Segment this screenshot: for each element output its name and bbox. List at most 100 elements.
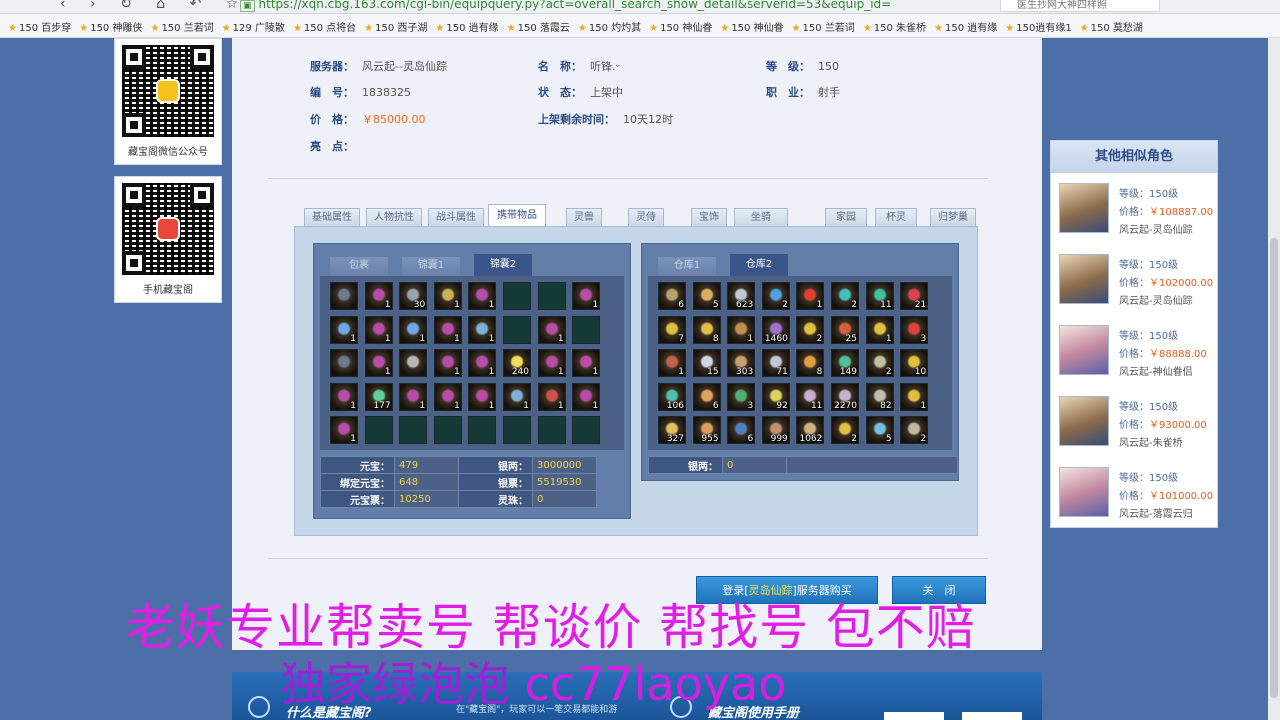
- bookmark-item[interactable]: ★ 150 莫愁湖: [1080, 19, 1143, 34]
- subtab-1[interactable]: 仓库1: [658, 257, 716, 276]
- item-slot[interactable]: 177: [364, 382, 393, 411]
- item-slot[interactable]: 2: [900, 416, 929, 444]
- bookmark-item[interactable]: ★ 150 逍有缘: [934, 19, 997, 34]
- item-slot[interactable]: 92: [761, 382, 790, 411]
- item-slot[interactable]: 999: [761, 416, 790, 444]
- item-slot[interactable]: 30: [399, 282, 428, 310]
- tab-1[interactable]: 基础属性: [304, 208, 360, 226]
- item-slot[interactable]: 7: [658, 315, 686, 344]
- bookmark-item[interactable]: ★ 150 灼灼其: [578, 19, 641, 34]
- item-slot[interactable]: 2: [761, 282, 790, 310]
- item-slot[interactable]: 21: [900, 282, 929, 310]
- item-slot[interactable]: 1: [572, 349, 601, 377]
- item-slot[interactable]: 1: [433, 349, 462, 377]
- item-slot[interactable]: 8: [692, 315, 721, 344]
- tab-6[interactable]: 灵侍: [628, 208, 664, 226]
- item-slot[interactable]: 240: [503, 349, 531, 377]
- item-slot[interactable]: 149: [831, 349, 859, 377]
- tab-10[interactable]: 杯灵: [875, 208, 917, 226]
- item-slot[interactable]: 1: [537, 315, 566, 344]
- item-slot[interactable]: 71: [761, 349, 790, 377]
- bookmark-item[interactable]: ★ 150 西子湖: [364, 19, 427, 34]
- bookmark-item[interactable]: ★ 150 朱雀桥: [863, 19, 926, 34]
- item-slot[interactable]: 2: [796, 315, 825, 344]
- subtab-2[interactable]: 锦囊1: [402, 257, 460, 276]
- item-slot[interactable]: 1: [330, 315, 358, 344]
- item-slot[interactable]: 5: [692, 282, 721, 310]
- subtab-2[interactable]: 仓库2: [730, 254, 788, 276]
- bookmark-item[interactable]: ★ 150 神仙眷: [649, 19, 712, 34]
- item-slot[interactable]: 1: [399, 315, 428, 344]
- item-slot[interactable]: 1: [433, 315, 462, 344]
- item-slot[interactable]: 1: [468, 349, 497, 377]
- item-slot[interactable]: 1460: [761, 315, 790, 344]
- item-slot[interactable]: 3: [900, 315, 929, 344]
- item-slot[interactable]: [399, 349, 428, 377]
- bookmark-item[interactable]: ★ 150 落霞云: [507, 19, 570, 34]
- item-slot[interactable]: 1: [433, 282, 462, 310]
- item-slot[interactable]: 955: [692, 416, 721, 444]
- item-slot[interactable]: 3: [727, 382, 756, 411]
- item-slot[interactable]: 1: [364, 282, 393, 310]
- item-slot[interactable]: 11: [796, 382, 825, 411]
- bookmark-item[interactable]: ★ 129 广陵散: [222, 19, 285, 34]
- item-slot[interactable]: 1062: [796, 416, 825, 444]
- item-slot[interactable]: 303: [727, 349, 756, 377]
- tab-8[interactable]: 坐骑: [734, 208, 788, 226]
- item-slot[interactable]: 1: [503, 382, 531, 411]
- url-field[interactable]: ▣ https://xqn.cbg.163.com/cgi-bin/equipqu…: [240, 0, 891, 12]
- bookmark-item[interactable]: ★ 150 逍有缘: [435, 19, 498, 34]
- item-slot[interactable]: 1: [468, 382, 497, 411]
- item-slot[interactable]: 1: [865, 315, 894, 344]
- similar-role-card[interactable]: 等级：150级 价格：￥101000.00 风云起-落霞云归: [1059, 467, 1215, 527]
- subtab-3[interactable]: 锦囊2: [474, 254, 532, 276]
- item-slot[interactable]: 1: [364, 315, 393, 344]
- tab-3[interactable]: 战斗属性: [428, 208, 484, 226]
- bookmark-item[interactable]: ★ 150 百步穿: [8, 19, 71, 34]
- item-slot[interactable]: 1: [900, 382, 929, 411]
- tab-7[interactable]: 宝饰: [691, 208, 727, 226]
- tab-4[interactable]: 携带物品: [488, 204, 546, 228]
- bookmark-item[interactable]: ★ 150 兰若词: [792, 19, 855, 34]
- bookmark-item[interactable]: ★ 150逍有缘1: [1005, 19, 1071, 34]
- item-slot[interactable]: 1: [537, 349, 566, 377]
- similar-role-card[interactable]: 等级：150级 价格：￥88888.00 风云起-神仙眷侣: [1059, 325, 1215, 385]
- scrollbar-thumb[interactable]: [1270, 238, 1278, 698]
- tab-9[interactable]: 家园: [825, 208, 867, 226]
- nav-buttons[interactable]: ‹ › ↻ ⌂ ↶ ☆: [60, 0, 248, 12]
- item-slot[interactable]: 5: [865, 416, 894, 444]
- item-slot[interactable]: 25: [831, 315, 859, 344]
- item-slot[interactable]: [330, 282, 358, 310]
- item-slot[interactable]: 623: [727, 282, 756, 310]
- item-slot[interactable]: 82: [865, 382, 894, 411]
- item-slot[interactable]: 6: [658, 282, 686, 310]
- item-slot[interactable]: 10: [900, 349, 929, 377]
- bookmark-item[interactable]: ★ 150 点将台: [293, 19, 356, 34]
- item-slot[interactable]: 2270: [831, 382, 859, 411]
- item-slot[interactable]: 2: [831, 282, 859, 310]
- bookmark-item[interactable]: ★ 150 神雕侠: [79, 19, 142, 34]
- bookmark-item[interactable]: ★ 150 兰若词: [150, 19, 213, 34]
- item-slot[interactable]: 1: [330, 416, 358, 444]
- tab-2[interactable]: 人物抗性: [366, 208, 422, 226]
- item-slot[interactable]: 1: [572, 382, 601, 411]
- similar-role-card[interactable]: 等级：150级 价格：￥102000.00 风云起-灵岛仙踪: [1059, 254, 1215, 314]
- tab-5[interactable]: 灵兽: [566, 208, 602, 226]
- item-slot[interactable]: 1: [468, 282, 497, 310]
- item-slot[interactable]: 15: [692, 349, 721, 377]
- similar-role-card[interactable]: 等级：150级 价格：￥93000.00 风云起-朱雀桥: [1059, 396, 1215, 456]
- item-slot[interactable]: 327: [658, 416, 686, 444]
- item-slot[interactable]: 1: [727, 315, 756, 344]
- item-slot[interactable]: 6: [692, 382, 721, 411]
- item-slot[interactable]: 1: [433, 382, 462, 411]
- bookmark-item[interactable]: ★ 150 神仙眷: [720, 19, 783, 34]
- item-slot[interactable]: 8: [796, 349, 825, 377]
- item-slot[interactable]: 1: [399, 382, 428, 411]
- search-input[interactable]: [1000, 0, 1160, 12]
- item-slot[interactable]: 1: [330, 382, 358, 411]
- page-scrollbar[interactable]: [1268, 38, 1280, 720]
- similar-role-card[interactable]: 等级：150级 价格：￥108887.00 风云起-灵岛仙踪: [1059, 183, 1215, 243]
- item-slot[interactable]: 1: [537, 382, 566, 411]
- item-slot[interactable]: 6: [727, 416, 756, 444]
- item-slot[interactable]: 2: [831, 416, 859, 444]
